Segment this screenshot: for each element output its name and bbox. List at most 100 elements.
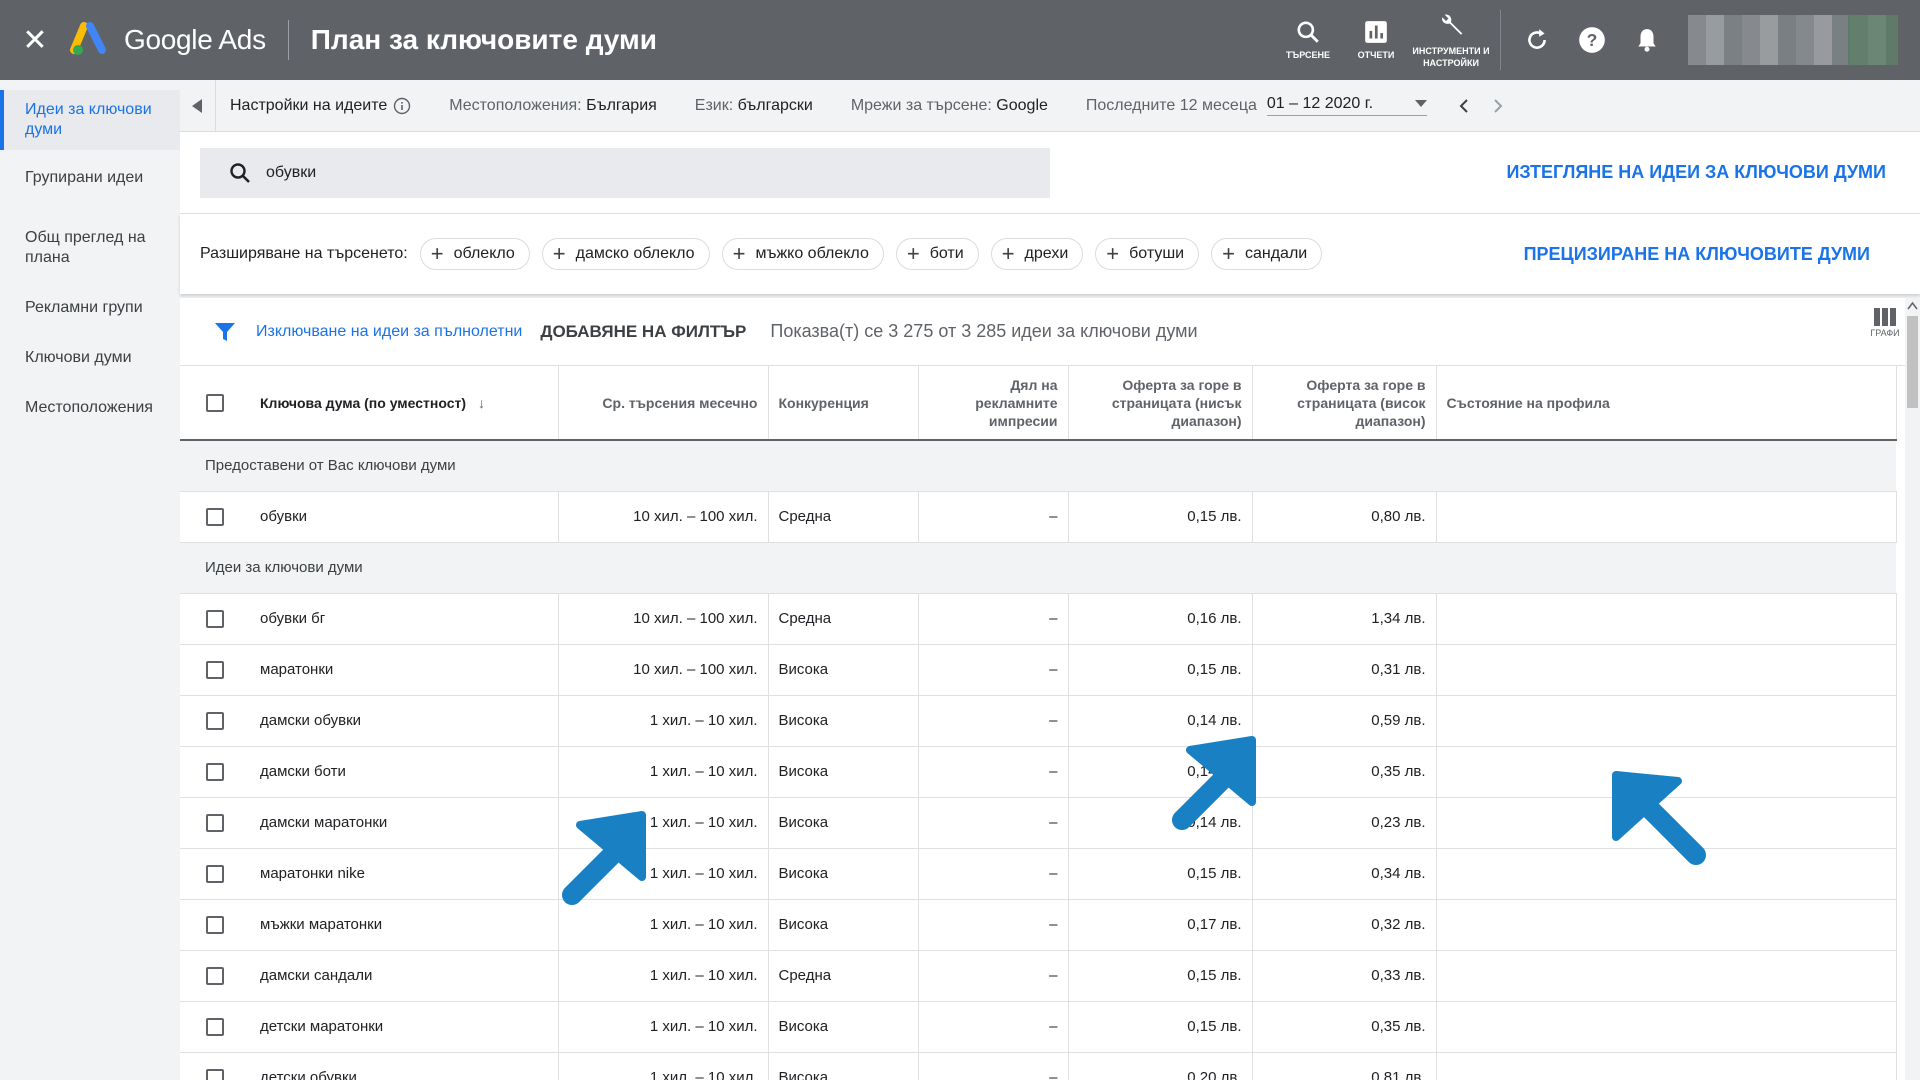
column-header-avg-searches[interactable]: Ср. търсения месечно — [558, 366, 769, 441]
tools-settings-button[interactable]: ИНСТРУМЕНТИ И НАСТРОЙКИ — [1410, 0, 1492, 80]
nav-item-locations[interactable]: Местоположения — [0, 388, 180, 428]
nav-item-grouped-ideas[interactable]: Групирани идеи — [0, 158, 180, 198]
column-header-keyword[interactable]: Ключова дума (по уместност) ↓ — [250, 366, 559, 441]
chevron-right-icon[interactable] — [1491, 98, 1505, 114]
column-header-bid-low[interactable]: Оферта за горе в страницата (нисък диапа… — [1068, 366, 1253, 441]
bid-high-cell: 0,81 лв. — [1252, 1052, 1437, 1080]
table-row[interactable]: обувки 10 хил. – 100 хил. Средна –0,15 лв. 0… — [180, 491, 1897, 543]
vertical-scrollbar[interactable] — [1905, 298, 1920, 1080]
broaden-chip[interactable]: + ботуши — [1095, 238, 1200, 270]
row-checkbox[interactable] — [206, 864, 224, 883]
competition-cell: Средна — [768, 491, 919, 543]
network-filter-value: Google — [996, 96, 1048, 114]
row-checkbox[interactable] — [206, 1017, 224, 1036]
table-row[interactable]: детски обувки 1 хил. – 10 хил. Висока –0,20… — [180, 1052, 1897, 1080]
table-row[interactable]: дамски сандали 1 хил. – 10 хил. Средна –0,1… — [180, 950, 1897, 1002]
language-filter[interactable]: Език: български — [695, 97, 813, 115]
column-header-impression-share[interactable]: Дял на рекламните импресии — [918, 366, 1069, 441]
row-checkbox-cell — [180, 695, 250, 747]
svg-text:?: ? — [1586, 30, 1597, 50]
search-tool-button[interactable]: ТЪРСЕНЕ — [1274, 0, 1342, 80]
row-checkbox[interactable] — [206, 813, 224, 832]
columns-button[interactable]: ГРАФИ — [1865, 308, 1905, 338]
fetch-ideas-link[interactable]: ИЗТЕГЛЯНЕ НА ИДЕИ ЗА КЛЮЧОВИ ДУМИ — [1506, 162, 1886, 183]
avg-searches-cell: 1 хил. – 10 хил. — [558, 695, 769, 747]
broaden-chip[interactable]: + сандали — [1211, 238, 1323, 270]
bid-high-cell: 0,31 лв. — [1252, 644, 1437, 696]
bid-high-cell: 1,34 лв. — [1252, 593, 1437, 645]
broaden-chip[interactable]: + дрехи — [990, 238, 1084, 270]
table-row[interactable]: обувки бг 10 хил. – 100 хил. Средна –0,16 л… — [180, 593, 1897, 645]
location-filter[interactable]: Местоположения: България — [449, 97, 657, 115]
impression-share-cell: – — [918, 593, 1069, 645]
select-all-checkbox[interactable] — [206, 394, 224, 413]
filter-icon[interactable] — [214, 321, 236, 343]
broaden-chip[interactable]: + мъжко облекло — [721, 238, 884, 270]
add-filter-button[interactable]: ДОБАВЯНЕ НА ФИЛТЪР — [540, 322, 746, 342]
language-filter-label: Език: — [694, 96, 734, 114]
account-info-blurred[interactable] — [1688, 15, 1898, 65]
keyword-cell: дамски маратонки — [250, 797, 559, 849]
notifications-button[interactable] — [1619, 0, 1674, 80]
keyword-search-input[interactable]: обувки — [200, 148, 1050, 198]
idea-settings-label[interactable]: Настройки на идеите — [230, 97, 387, 115]
chevron-left-icon[interactable] — [1457, 98, 1471, 114]
bell-icon — [1637, 29, 1656, 52]
table-row[interactable]: маратонки 10 хил. – 100 хил. Висока –0,15 л… — [180, 644, 1897, 696]
row-checkbox[interactable] — [206, 1068, 224, 1080]
table-row[interactable]: детски маратонки 1 хил. – 10 хил. Висока –0… — [180, 1001, 1897, 1053]
column-header-bid-high[interactable]: Оферта за горе в страницата (висок диапа… — [1252, 366, 1437, 441]
row-checkbox-cell — [180, 899, 250, 951]
table-row[interactable]: дамски обувки 1 хил. – 10 хил. Висока –0,14… — [180, 695, 1897, 747]
bid-low-cell: 0,15 лв. — [1068, 644, 1253, 696]
nav-item-keyword-ideas[interactable]: Идеи за ключови думи — [0, 90, 180, 150]
scroll-up-arrow-icon[interactable] — [1905, 300, 1920, 312]
select-all-cell — [180, 366, 250, 441]
account-status-cell — [1436, 1001, 1897, 1053]
competition-cell: Висока — [768, 797, 919, 849]
columns-icon — [1874, 308, 1896, 326]
account-status-cell — [1436, 491, 1897, 543]
info-icon[interactable] — [393, 97, 411, 115]
row-checkbox[interactable] — [206, 660, 224, 679]
row-checkbox-cell — [180, 491, 250, 543]
keyword-cell: дамски обувки — [250, 695, 559, 747]
broaden-chip[interactable]: + боти — [895, 238, 979, 270]
idea-settings-bar: Настройки на идеите Местоположения: Бълг… — [180, 79, 1920, 132]
row-checkbox[interactable] — [206, 609, 224, 628]
column-header-competition[interactable]: Конкуренция — [768, 366, 919, 441]
avg-searches-cell: 10 хил. – 100 хил. — [558, 593, 769, 645]
close-icon[interactable]: ✕ — [0, 0, 70, 80]
row-checkbox[interactable] — [206, 711, 224, 730]
competition-cell: Средна — [768, 593, 919, 645]
date-range-dropdown[interactable]: 01 – 12 2020 г. — [1266, 95, 1427, 116]
network-filter[interactable]: Мрежи за търсене: Google — [851, 97, 1048, 115]
reports-tool-button[interactable]: ОТЧЕТИ — [1342, 0, 1410, 80]
avg-searches-cell: 10 хил. – 100 хил. — [558, 644, 769, 696]
row-checkbox[interactable] — [206, 762, 224, 781]
bid-low-cell: 0,17 лв. — [1068, 899, 1253, 951]
network-filter-label: Мрежи за търсене: — [850, 96, 992, 114]
row-checkbox[interactable] — [206, 915, 224, 934]
nav-item-plan-overview[interactable]: Общ преглед на плана — [0, 218, 180, 278]
annotation-arrow-icon — [1612, 771, 1706, 865]
refresh-button[interactable] — [1509, 0, 1564, 80]
impression-share-cell: – — [918, 746, 1069, 798]
account-status-cell — [1436, 644, 1897, 696]
exclude-adult-ideas-filter[interactable]: Изключване на идеи за пълнолетни — [256, 323, 522, 341]
keyword-cell: мъжки маратонки — [250, 899, 559, 951]
column-header-account-status[interactable]: Състояние на профила — [1436, 366, 1897, 441]
broaden-chip[interactable]: + облекло — [419, 238, 530, 270]
nav-item-keywords[interactable]: Ключови думи — [0, 338, 180, 378]
table-row[interactable]: мъжки маратонки 1 хил. – 10 хил. Висока –0,… — [180, 899, 1897, 951]
refine-keywords-link[interactable]: ПРЕЦИЗИРАНЕ НА КЛЮЧОВИТЕ ДУМИ — [1524, 244, 1870, 265]
broaden-chip[interactable]: + дамско облекло — [541, 238, 710, 270]
bid-high-cell: 0,32 лв. — [1252, 899, 1437, 951]
nav-item-ad-groups[interactable]: Рекламни групи — [0, 288, 180, 328]
scrollbar-thumb[interactable] — [1907, 316, 1918, 408]
location-filter-value: България — [586, 96, 657, 114]
help-button[interactable]: ? — [1564, 0, 1619, 80]
row-checkbox[interactable] — [206, 507, 224, 526]
collapse-nav-button[interactable] — [180, 79, 216, 132]
row-checkbox[interactable] — [206, 966, 224, 985]
